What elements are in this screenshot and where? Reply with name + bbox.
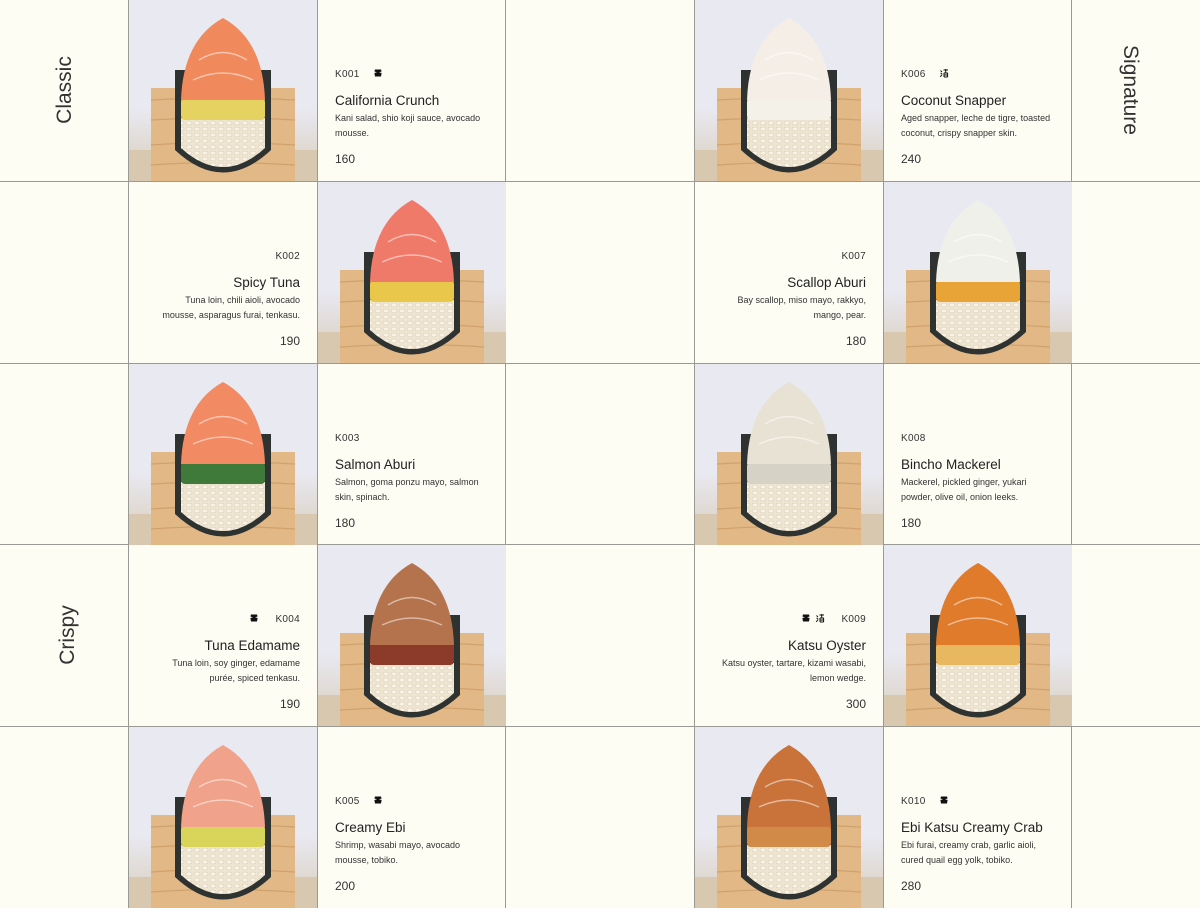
item-code: K005 <box>335 796 360 807</box>
item-code: K009 <box>841 614 866 625</box>
item-price: 200 <box>335 879 356 893</box>
shell-icon <box>373 68 383 78</box>
item-price: 180 <box>901 516 922 530</box>
item-price: 160 <box>335 152 356 166</box>
item-code: K001 <box>335 69 360 80</box>
item-description: Aged snapper, leche de tigre, toasted co… <box>901 113 1051 138</box>
item-price: 180 <box>845 334 866 348</box>
dish-photo <box>695 364 883 545</box>
dish-photo <box>129 0 317 181</box>
item-name: Scallop Aburi <box>787 275 866 290</box>
menu-item-k001: K001 California Crunch Kani salad, shio … <box>318 0 506 181</box>
item-description: Mackerel, pickled ginger, yukari powder,… <box>901 477 1027 502</box>
item-description: Tuna loin, soy ginger, edamame purée, sp… <box>172 658 300 683</box>
dish-photo <box>129 727 317 908</box>
item-icons <box>939 793 949 807</box>
item-code: K002 <box>275 251 300 262</box>
menu-item-k005: K005 Creamy Ebi Shrimp, wasabi mayo, avo… <box>318 727 506 908</box>
item-price: 180 <box>335 516 356 530</box>
dish-photo <box>129 364 317 545</box>
section-label-crispy: Crispy <box>56 605 79 665</box>
item-price: 190 <box>279 334 300 348</box>
item-price: 300 <box>845 697 866 711</box>
item-icons <box>373 793 383 807</box>
menu-item-k006: K006 Coconut Snapper Aged snapper, leche… <box>884 0 1072 181</box>
menu-item-k009: K009 Katsu Oyster Katsu oyster, tartare,… <box>695 545 883 726</box>
shell-icon <box>939 795 949 805</box>
dish-photo <box>695 0 883 181</box>
section-label-classic: Classic <box>53 56 76 124</box>
dish-photo <box>318 182 506 363</box>
item-description: Kani salad, shio koji sauce, avocado mou… <box>335 113 481 138</box>
kanji-icon <box>939 68 949 78</box>
item-icons <box>249 611 259 625</box>
kanji-icon <box>815 613 825 623</box>
item-name: Coconut Snapper <box>901 93 1007 108</box>
item-code: K006 <box>901 69 926 80</box>
section-label-signature: Signature <box>1119 45 1142 135</box>
dish-photo <box>884 545 1072 726</box>
menu-item-k003: K003 Salmon Aburi Salmon, goma ponzu may… <box>318 364 506 545</box>
item-code: K008 <box>901 433 926 444</box>
item-icons <box>939 66 949 80</box>
item-icons <box>373 66 383 80</box>
item-icons <box>801 611 825 625</box>
item-description: Tuna loin, chili aioli, avocado mousse, … <box>162 295 300 320</box>
item-price: 240 <box>901 152 922 166</box>
shell-icon <box>373 795 383 805</box>
item-name: Katsu Oyster <box>787 638 866 653</box>
item-description: Katsu oyster, tartare, kizami wasabi, le… <box>721 658 866 683</box>
dish-photo <box>318 545 506 726</box>
dish-photo <box>884 182 1072 363</box>
shell-icon <box>249 613 259 623</box>
item-description: Salmon, goma ponzu mayo, salmon skin, sp… <box>335 477 479 502</box>
item-description: Bay scallop, miso mayo, rakkyo, mango, p… <box>737 295 866 320</box>
dish-photo <box>695 727 883 908</box>
item-name: California Crunch <box>335 93 440 108</box>
item-price: 280 <box>901 879 922 893</box>
item-code: K003 <box>335 433 360 444</box>
item-name: Tuna Edamame <box>204 638 300 653</box>
item-name: Bincho Mackerel <box>901 457 1001 472</box>
menu-item-k004: K004 Tuna Edamame Tuna loin, soy ginger,… <box>129 545 317 726</box>
menu-board: Classic Crispy Signature K001 California… <box>0 0 1200 908</box>
item-name: Creamy Ebi <box>335 820 406 835</box>
item-code: K007 <box>841 251 866 262</box>
item-description: Ebi furai, creamy crab, garlic aioli, cu… <box>901 840 1037 865</box>
shell-icon <box>801 613 811 623</box>
menu-item-k002: K002 Spicy Tuna Tuna loin, chili aioli, … <box>129 182 317 363</box>
item-price: 190 <box>279 697 300 711</box>
item-description: Shrimp, wasabi mayo, avocado mousse, tob… <box>335 840 461 865</box>
item-name: Salmon Aburi <box>335 457 416 472</box>
menu-item-k007: K007 Scallop Aburi Bay scallop, miso may… <box>695 182 883 363</box>
item-code: K004 <box>275 614 300 625</box>
item-name: Ebi Katsu Creamy Crab <box>901 820 1043 835</box>
item-code: K010 <box>901 796 926 807</box>
menu-item-k010: K010 Ebi Katsu Creamy Crab Ebi furai, cr… <box>884 727 1072 908</box>
item-name: Spicy Tuna <box>233 275 300 290</box>
menu-item-k008: K008 Bincho Mackerel Mackerel, pickled g… <box>884 364 1072 545</box>
